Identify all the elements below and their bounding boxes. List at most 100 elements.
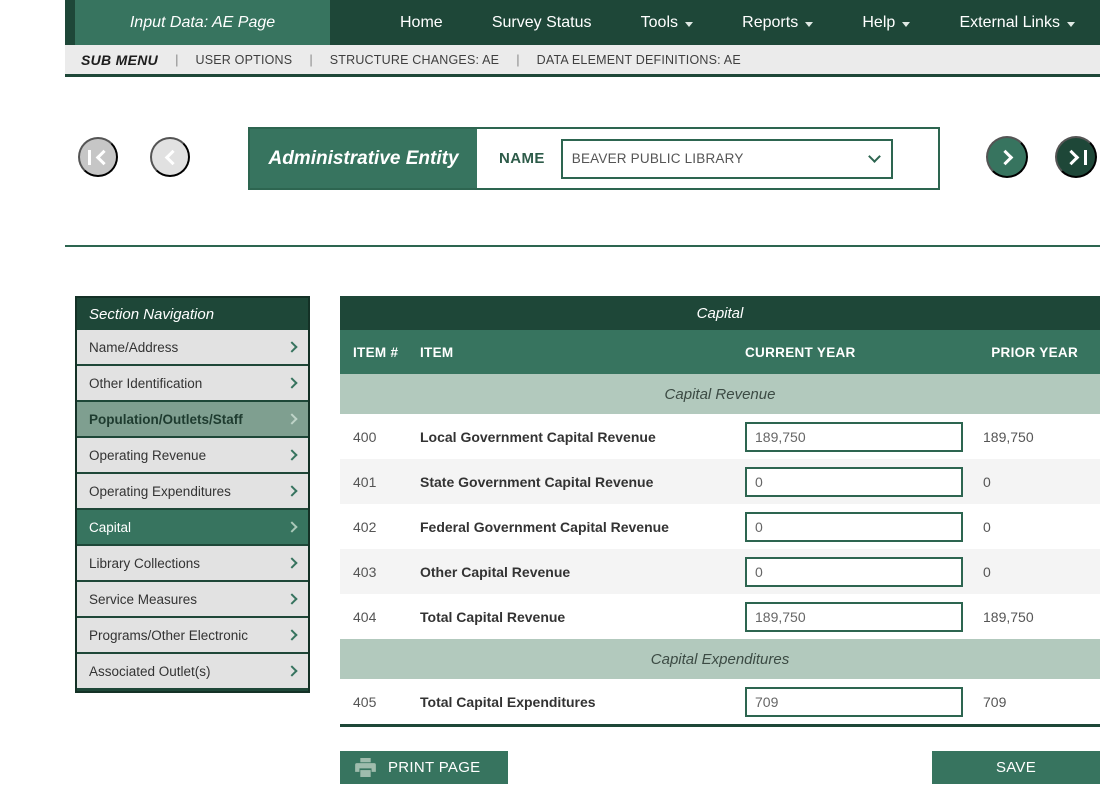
last-record-button[interactable]: [1055, 136, 1097, 178]
sidebar-item-label: Population/Outlets/Staff: [89, 412, 243, 427]
submenu-title: SUB MENU: [81, 52, 158, 68]
chevron-right-icon: [286, 449, 297, 460]
caret-down-icon: [902, 22, 910, 27]
entity-selector-panel: Administrative Entity NAME BEAVER PUBLIC…: [248, 127, 940, 190]
table-title: Capital: [340, 296, 1100, 330]
caret-down-icon: [685, 22, 693, 27]
nav-survey-status[interactable]: Survey Status: [492, 14, 592, 32]
nav-tools-label: Tools: [641, 14, 678, 32]
last-record-icon: [1084, 150, 1087, 165]
submenu-separator: |: [516, 52, 519, 67]
sidebar-item-capital[interactable]: Capital: [77, 510, 308, 544]
capital-table: Capital ITEM # ITEM CURRENT YEAR PRIOR Y…: [340, 296, 1100, 727]
item-label: Local Government Capital Revenue: [420, 429, 745, 445]
chevron-right-icon: [286, 557, 297, 568]
section-navigation-sidebar: Section Navigation Name/Address Other Id…: [75, 296, 310, 693]
sidebar-item-operating-expenditures[interactable]: Operating Expenditures: [77, 474, 308, 508]
print-page-button[interactable]: PRINT PAGE: [340, 751, 508, 784]
entity-name-select[interactable]: BEAVER PUBLIC LIBRARY: [561, 139, 893, 179]
nav-reports-label: Reports: [742, 14, 798, 32]
col-item: ITEM: [420, 345, 745, 360]
table-row-403: 403 Other Capital Revenue 0: [340, 549, 1100, 594]
table-row-402: 402 Federal Government Capital Revenue 0: [340, 504, 1100, 549]
sidebar-item-associated-outlets[interactable]: Associated Outlet(s): [77, 654, 308, 688]
item-label: State Government Capital Revenue: [420, 474, 745, 490]
chevron-left-icon: [164, 149, 180, 165]
sidebar-item-operating-revenue[interactable]: Operating Revenue: [77, 438, 308, 472]
tab-input-data-ae-page[interactable]: Input Data: AE Page: [75, 0, 330, 45]
item-number: 402: [340, 519, 420, 535]
col-prior-year: PRIOR YEAR: [970, 345, 1100, 360]
current-year-input-404[interactable]: [745, 602, 963, 632]
nav-home[interactable]: Home: [400, 14, 443, 32]
table-row-400: 400 Local Government Capital Revenue 189…: [340, 414, 1100, 459]
sidebar-item-name-address[interactable]: Name/Address: [77, 330, 308, 364]
chevron-right-icon: [286, 593, 297, 604]
col-item-number: ITEM #: [340, 345, 420, 360]
current-year-input-405[interactable]: [745, 687, 963, 717]
item-label: Other Capital Revenue: [420, 564, 745, 580]
first-record-icon: [88, 150, 91, 165]
submenu-bar: SUB MENU | USER OPTIONS | STRUCTURE CHAN…: [65, 45, 1100, 77]
section-divider: [65, 245, 1100, 247]
top-navbar: Input Data: AE Page Home Survey Status T…: [65, 0, 1100, 45]
submenu-structure-changes[interactable]: STRUCTURE CHANGES: AE: [330, 53, 500, 67]
sidebar-item-programs-other-electronic[interactable]: Programs/Other Electronic: [77, 618, 308, 652]
sidebar-item-label: Programs/Other Electronic: [89, 628, 248, 643]
chevron-right-icon: [286, 377, 297, 388]
submenu-data-element-definitions[interactable]: DATA ELEMENT DEFINITIONS: AE: [537, 53, 741, 67]
item-number: 401: [340, 474, 420, 490]
printer-icon: [355, 758, 376, 777]
table-row-404: 404 Total Capital Revenue 189,750: [340, 594, 1100, 639]
chevron-right-icon: [286, 521, 297, 532]
nav-external-links[interactable]: External Links: [959, 14, 1075, 32]
prior-year-value: 189,750: [970, 429, 1100, 445]
prior-year-value: 709: [970, 694, 1100, 710]
previous-record-button[interactable]: [150, 137, 190, 177]
entity-name-area: NAME BEAVER PUBLIC LIBRARY: [477, 129, 938, 188]
sidebar-item-service-measures[interactable]: Service Measures: [77, 582, 308, 616]
nav-reports[interactable]: Reports: [742, 14, 813, 32]
item-number: 403: [340, 564, 420, 580]
current-year-input-400[interactable]: [745, 422, 963, 452]
first-record-button[interactable]: [78, 137, 118, 177]
sidebar-item-label: Operating Expenditures: [89, 484, 231, 499]
chevron-right-icon: [286, 413, 297, 424]
main-nav: Home Survey Status Tools Reports Help Ex…: [400, 0, 1075, 45]
item-number: 400: [340, 429, 420, 445]
nav-external-links-label: External Links: [959, 14, 1060, 32]
sidebar-item-other-identification[interactable]: Other Identification: [77, 366, 308, 400]
caret-down-icon: [805, 22, 813, 27]
current-year-input-403[interactable]: [745, 557, 963, 587]
sidebar-item-label: Operating Revenue: [89, 448, 206, 463]
save-button[interactable]: SAVE: [932, 751, 1100, 784]
item-label: Total Capital Expenditures: [420, 694, 745, 710]
prior-year-value: 189,750: [970, 609, 1100, 625]
caret-down-icon: [1067, 22, 1075, 27]
sidebar-item-label: Service Measures: [89, 592, 197, 607]
section-band-capital-expenditures: Capital Expenditures: [340, 639, 1100, 679]
nav-help-label: Help: [862, 14, 895, 32]
item-label: Federal Government Capital Revenue: [420, 519, 745, 535]
chevron-left-icon: [95, 149, 111, 165]
next-record-button[interactable]: [986, 136, 1028, 178]
sidebar-item-label: Other Identification: [89, 376, 202, 391]
current-year-input-402[interactable]: [745, 512, 963, 542]
item-number: 405: [340, 694, 420, 710]
submenu-separator: |: [175, 52, 178, 67]
item-number: 404: [340, 609, 420, 625]
sidebar-item-label: Capital: [89, 520, 131, 535]
submenu-user-options[interactable]: USER OPTIONS: [195, 53, 292, 67]
table-row-401: 401 State Government Capital Revenue 0: [340, 459, 1100, 504]
current-year-input-401[interactable]: [745, 467, 963, 497]
table-column-headers: ITEM # ITEM CURRENT YEAR PRIOR YEAR: [340, 330, 1100, 374]
nav-tools[interactable]: Tools: [641, 14, 693, 32]
nav-help[interactable]: Help: [862, 14, 910, 32]
sidebar-item-library-collections[interactable]: Library Collections: [77, 546, 308, 580]
chevron-down-icon: [868, 150, 881, 163]
sidebar-item-label: Associated Outlet(s): [89, 664, 211, 679]
chevron-right-icon: [1063, 149, 1079, 165]
prior-year-value: 0: [970, 519, 1100, 535]
entity-type-label: Administrative Entity: [250, 129, 477, 188]
sidebar-item-population-outlets-staff[interactable]: Population/Outlets/Staff: [77, 402, 308, 436]
